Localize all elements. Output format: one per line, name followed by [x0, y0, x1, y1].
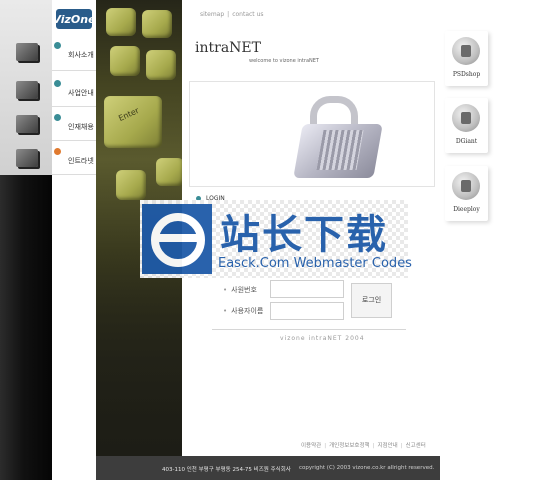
nav-item-recruit[interactable]: 인재채용: [52, 112, 96, 138]
footer-address: 403-110 인천 부평구 부평동 254-75 비즈원 주식회사: [162, 467, 291, 473]
product-label: PSDshop: [452, 71, 481, 78]
product-icon: [452, 37, 480, 65]
watermark-chinese-text: 站长下载: [220, 212, 388, 258]
nav-divider: [52, 70, 96, 71]
key-shape: [156, 158, 182, 186]
username-label: 사용자이름: [223, 306, 263, 316]
watermark-overlay: 站长下载 Easck.Com Webmaster Codes: [140, 200, 412, 278]
gear-icon: [8, 146, 46, 172]
nav-label: 사업안내: [68, 89, 94, 97]
nav-item-about[interactable]: 회사소개: [52, 40, 96, 66]
product-dieeploy[interactable]: Dieeploy: [445, 166, 488, 221]
key-shape: [146, 50, 176, 80]
vizone-logo[interactable]: VizOne: [52, 6, 96, 32]
intranet-version-label: vizone intraNET 2004: [280, 335, 365, 342]
product-icon: [452, 104, 480, 132]
nav-bullet-icon: [54, 80, 61, 87]
key-shape: [116, 170, 146, 200]
watermark-english-text: Easck.Com Webmaster Codes: [218, 256, 412, 271]
padlock-stripes: [316, 130, 364, 170]
report-link[interactable]: 신고센터: [406, 443, 426, 449]
building-icon: [8, 40, 46, 66]
product-icon: [452, 172, 480, 200]
nav-divider: [52, 140, 96, 141]
login-button[interactable]: 로그인: [351, 283, 392, 318]
server-icon: [8, 78, 46, 104]
watermark-logo-icon: [142, 204, 212, 274]
computer-icon: [8, 112, 46, 138]
employee-number-input[interactable]: [270, 280, 344, 298]
branches-link[interactable]: 지점안내: [377, 443, 397, 449]
keyboard-fade: [96, 250, 182, 456]
page-title: intraNET: [195, 40, 261, 56]
key-shape: [110, 46, 140, 76]
watermark-logo-bar: [156, 234, 198, 242]
key-shape: [142, 10, 172, 38]
nav-label: 인재채용: [68, 123, 94, 131]
product-label: Dieeploy: [453, 206, 480, 213]
padlock-image: [189, 81, 435, 187]
bottom-links: 이용약관 | 개인정보보호정책 | 지점안내 | 신고센터: [301, 443, 426, 449]
terms-link[interactable]: 이용약관: [301, 443, 321, 449]
nav-item-intranet[interactable]: 인트라넷: [52, 146, 96, 172]
product-dgiant[interactable]: DGiant: [445, 98, 488, 153]
top-links: sitemap | contact us: [200, 11, 264, 18]
enter-key: Enter: [104, 96, 162, 148]
nav-divider: [52, 106, 96, 107]
contact-link[interactable]: contact us: [232, 11, 263, 18]
product-label: DGiant: [455, 138, 478, 145]
nav-label: 인트라넷: [68, 157, 94, 165]
product-psdshop[interactable]: PSDshop: [445, 31, 488, 86]
page-subtitle: welcome to vizone intraNET: [249, 58, 319, 64]
footer-copyright: copyright (C) 2003 vizone.co.kr allright…: [299, 465, 435, 471]
logo-text: VizOne: [56, 13, 92, 26]
privacy-link[interactable]: 개인정보보호정책: [329, 443, 369, 449]
employee-number-label: 사원번호: [223, 285, 257, 295]
form-divider: [212, 329, 406, 330]
nav-item-business[interactable]: 사업안내: [52, 78, 96, 104]
nav-label: 회사소개: [68, 51, 94, 59]
sitemap-link[interactable]: sitemap: [200, 11, 224, 18]
enter-key-label: Enter: [117, 105, 141, 124]
key-shape: [106, 8, 136, 36]
nav-bullet-icon: [54, 148, 61, 155]
left-decor-strip: [0, 0, 52, 480]
nav-bullet-icon: [54, 42, 61, 49]
nav-bullet-icon: [54, 114, 61, 121]
left-nav: [52, 0, 96, 480]
username-input[interactable]: [270, 302, 344, 320]
nav-divider: [52, 174, 96, 175]
